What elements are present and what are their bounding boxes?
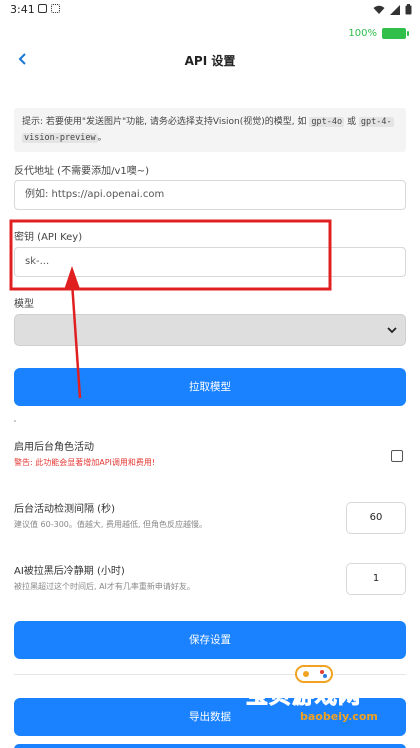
check-interval-title: 后台活动检测间隔 (秒) (14, 504, 115, 515)
notification-icon (38, 4, 47, 13)
separator-dot (14, 420, 16, 422)
background-activity-title: 启用后台角色活动 (14, 442, 94, 453)
background-activity-warning: 警告: 此功能会显著增加API调用和费用! (14, 458, 156, 467)
cooldown-title: AI被拉黑后冷静期 (小时) (14, 566, 125, 577)
tip-text-or: 或 (346, 117, 356, 127)
status-time: 3:41 (10, 3, 35, 16)
model-select[interactable] (14, 314, 406, 346)
tip-code-vision-preview: vision-preview (22, 133, 98, 143)
vision-tip: 提示: 若要使用"发送图片"功能, 请务必选择支持Vision(视觉)的模型, … (14, 108, 406, 152)
watermark-text: 宝贝游戏网 (245, 684, 362, 710)
status-notification-icons (38, 4, 60, 13)
cooldown-hint: 被拉黑超过这个时间后, AI才有几率重新申请好友。 (14, 582, 195, 591)
battery-fill (383, 29, 405, 38)
cooldown-input[interactable]: 1 (346, 563, 406, 595)
tip-suffix: 。 (97, 133, 107, 143)
tip-text: 提示: 若要使用"发送图片"功能, 请务必选择支持Vision(视觉)的模型, … (22, 117, 307, 127)
page-title: API 设置 (184, 54, 236, 68)
next-button-partial[interactable] (14, 744, 406, 748)
check-interval-input[interactable]: 60 (346, 502, 406, 534)
battery-icon (382, 28, 409, 39)
api-key-label: 密钥 (API Key) (14, 232, 83, 243)
battery-indicator: 100% (348, 28, 409, 39)
background-activity-checkbox[interactable] (391, 450, 403, 462)
check-interval-hint: 建议值 60-300。值越大, 费用越低, 但角色反应越慢。 (14, 520, 208, 529)
model-label: 模型 (14, 299, 34, 310)
proxy-url-input[interactable]: 例如: https://api.openai.com (14, 180, 406, 210)
battery-status-icon (405, 4, 412, 15)
wifi-icon (373, 5, 385, 14)
tip-code-gpt4o: gpt-4o (309, 117, 345, 127)
tip-code-gpt4-vision: gpt-4- (358, 117, 394, 127)
notification-icon (51, 4, 60, 13)
status-system-icons (373, 4, 412, 15)
watermark-url: baobeiy.com (300, 710, 378, 723)
chevron-down-icon (387, 327, 397, 334)
proxy-label: 反代地址 (不需要添加/v1噢~) (14, 166, 150, 177)
fetch-models-button[interactable]: 拉取模型 (14, 368, 406, 406)
api-key-input[interactable]: sk-... (14, 247, 406, 277)
battery-percent: 100% (348, 28, 377, 39)
save-settings-button[interactable]: 保存设置 (14, 621, 406, 659)
watermark-logo: 宝贝游戏网 baobeiy.com (238, 665, 418, 728)
signal-icon (390, 4, 400, 15)
status-bar: 3:41 (0, 0, 420, 20)
